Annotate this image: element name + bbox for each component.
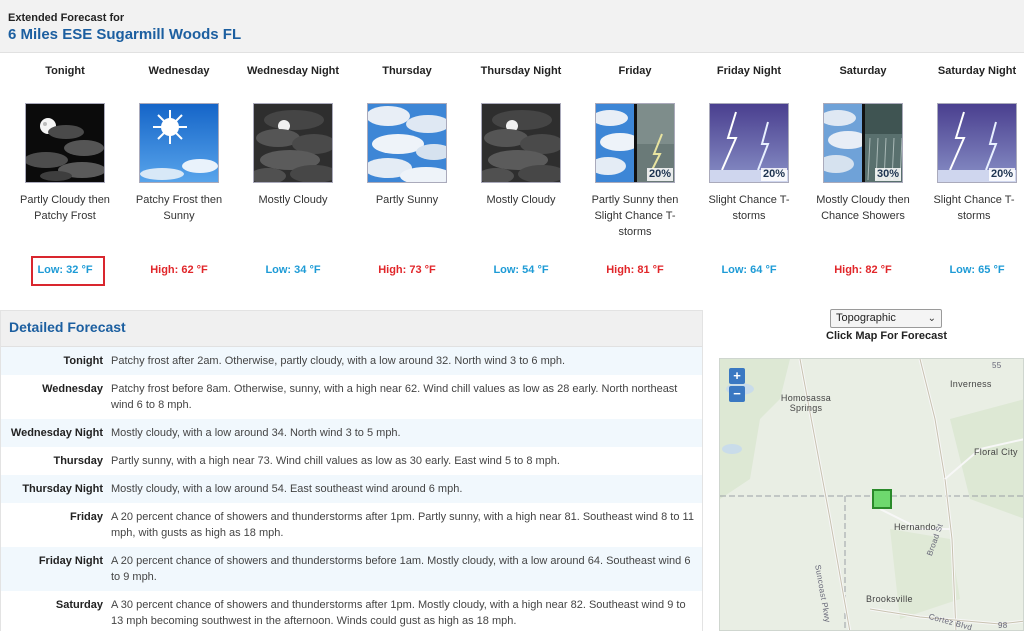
zoom-in-button[interactable]: +	[729, 368, 745, 384]
forecast-period-saturday-night[interactable]: Saturday Night 20% Slight Chance T-storm…	[920, 53, 1024, 300]
row-label: Tonight	[63, 355, 104, 367]
period-temperature: Low: 65 °F	[949, 264, 1005, 276]
sunny-icon	[139, 103, 219, 183]
row-label: Friday Night	[38, 555, 103, 567]
precip-chance: 20%	[988, 168, 1015, 181]
period-description: Partly Sunny	[375, 194, 439, 206]
night-mostly-cloudy-icon	[481, 103, 561, 183]
period-name: Friday	[618, 65, 652, 77]
forecast-row: Friday A 20 percent chance of showers an…	[1, 503, 702, 547]
forecast-period-thursday-night[interactable]: Thursday Night Mostly Cloudy Low: 54 °F	[464, 53, 578, 300]
map-label-brooksville: Brooksville	[866, 594, 913, 604]
map-label-inverness: Inverness	[950, 379, 992, 389]
period-temperature: High: 62 °F	[150, 264, 208, 276]
row-label: Thursday Night	[22, 483, 103, 495]
forecast-row: Friday Night A 20 percent chance of show…	[1, 547, 702, 591]
row-label: Wednesday Night	[10, 427, 103, 439]
period-temperature: Low: 54 °F	[493, 264, 549, 276]
period-name: Wednesday	[148, 65, 210, 77]
row-text: Mostly cloudy, with a low around 54. Eas…	[111, 483, 463, 495]
period-name: Thursday Night	[480, 65, 562, 77]
forecast-period-wednesday[interactable]: Wednesday Patchy Frost then Sunny High: …	[122, 53, 236, 300]
period-name: Friday Night	[716, 65, 782, 77]
forecast-period-thursday[interactable]: Thursday Partly Sunny High: 73 °F	[350, 53, 464, 300]
row-text: Mostly cloudy, with a low around 34. Nor…	[111, 427, 401, 439]
period-description: Partly Sunny then Slight Chance T-storms	[591, 194, 679, 238]
partly-sunny-then-tstorm-icon: 20%	[595, 103, 675, 183]
map-label-homosassa: Homosassa Springs	[780, 393, 832, 413]
detailed-forecast-rows: Tonight Patchy frost after 2am. Otherwis…	[1, 347, 702, 631]
location-marker[interactable]	[872, 489, 892, 509]
map-label-route-98: 98	[998, 621, 1008, 630]
period-name: Wednesday Night	[246, 65, 340, 77]
period-name: Saturday	[839, 65, 887, 77]
map-type-value: Topographic	[836, 312, 896, 324]
period-temperature: High: 82 °F	[834, 264, 892, 276]
period-description: Slight Chance T-storms	[708, 194, 790, 222]
period-temperature: High: 73 °F	[378, 264, 436, 276]
period-description: Partly Cloudy then Patchy Frost	[20, 194, 110, 222]
night-mostly-cloudy-icon	[253, 103, 333, 183]
period-name: Tonight	[45, 65, 85, 77]
map-type-select[interactable]: Topographic ⌄	[830, 309, 942, 328]
period-description: Mostly Cloudy then Chance Showers	[816, 194, 910, 222]
highlight-box	[31, 256, 105, 286]
map-label-route-55: 55	[992, 361, 1002, 370]
period-description: Patchy Frost then Sunny	[135, 194, 223, 222]
night-partly-cloudy-icon	[25, 103, 105, 183]
precip-chance: 30%	[874, 168, 901, 181]
header-subtitle: Extended Forecast for	[8, 12, 125, 24]
row-text: Partly sunny, with a high near 73. Wind …	[111, 455, 560, 467]
location-title: 6 Miles ESE Sugarmill Woods FL	[8, 26, 242, 43]
precip-chance: 20%	[646, 168, 673, 181]
period-temperature: Low: 34 °F	[265, 264, 321, 276]
tstorm-icon: 20%	[937, 103, 1017, 183]
forecast-row: Wednesday Night Mostly cloudy, with a lo…	[1, 419, 702, 447]
period-description: Mostly Cloudy	[486, 194, 556, 206]
row-text: A 20 percent chance of showers and thund…	[111, 511, 694, 539]
forecast-header: Extended Forecast for 6 Miles ESE Sugarm…	[0, 0, 1024, 53]
forecast-map[interactable]: + − Homosassa Springs Inverness Floral C…	[719, 358, 1024, 631]
forecast-row: Thursday Night Mostly cloudy, with a low…	[1, 475, 702, 503]
precip-chance: 20%	[760, 168, 787, 181]
period-description: Mostly Cloudy	[258, 194, 328, 206]
period-name: Thursday	[382, 65, 432, 77]
tstorm-icon: 20%	[709, 103, 789, 183]
row-text: A 20 percent chance of showers and thund…	[111, 555, 691, 583]
period-temperature: High: 81 °F	[606, 264, 664, 276]
partly-sunny-icon	[367, 103, 447, 183]
forecast-row: Thursday Partly sunny, with a high near …	[1, 447, 702, 475]
row-label: Thursday	[53, 455, 103, 467]
row-text: Patchy frost after 2am. Otherwise, partl…	[111, 355, 566, 367]
period-description: Slight Chance T-storms	[933, 194, 1015, 222]
forecast-row: Tonight Patchy frost after 2am. Otherwis…	[1, 347, 702, 375]
chevron-down-icon: ⌄	[927, 313, 936, 324]
period-temperature: Low: 64 °F	[721, 264, 777, 276]
forecast-period-saturday[interactable]: Saturday 30% Mostly Cloudy then Chance S…	[806, 53, 920, 300]
row-text: A 30 percent chance of showers and thund…	[111, 599, 686, 627]
forecast-row: Wednesday Patchy frost before 8am. Other…	[1, 375, 702, 419]
mostly-cloudy-then-showers-icon: 30%	[823, 103, 903, 183]
forecast-period-friday[interactable]: Friday 20% Partly Sunny then Slight Chan…	[578, 53, 692, 300]
period-name: Saturday Night	[937, 65, 1017, 77]
forecast-period-wednesday-night[interactable]: Wednesday Night Mostly Cloudy Low: 34 °F	[236, 53, 350, 300]
row-text: Patchy frost before 8am. Otherwise, sunn…	[111, 383, 678, 411]
zoom-out-button[interactable]: −	[729, 386, 745, 402]
forecast-period-friday-night[interactable]: Friday Night 20% Slight Chance T-storms …	[692, 53, 806, 300]
detailed-forecast: Detailed Forecast Tonight Patchy frost a…	[0, 310, 703, 631]
map-caption: Click Map For Forecast	[826, 330, 948, 342]
row-label: Wednesday	[42, 383, 103, 395]
seven-day-forecast: Tonight Partly Cloudy then Patchy Frost …	[0, 53, 1024, 300]
forecast-row: Saturday A 30 percent chance of showers …	[1, 591, 702, 631]
row-label: Saturday	[55, 599, 103, 611]
map-label-hernando: Hernando	[894, 522, 936, 532]
detailed-forecast-title: Detailed Forecast	[1, 311, 702, 347]
row-label: Friday	[69, 511, 103, 523]
map-label-floral-city: Floral City	[974, 447, 1018, 457]
